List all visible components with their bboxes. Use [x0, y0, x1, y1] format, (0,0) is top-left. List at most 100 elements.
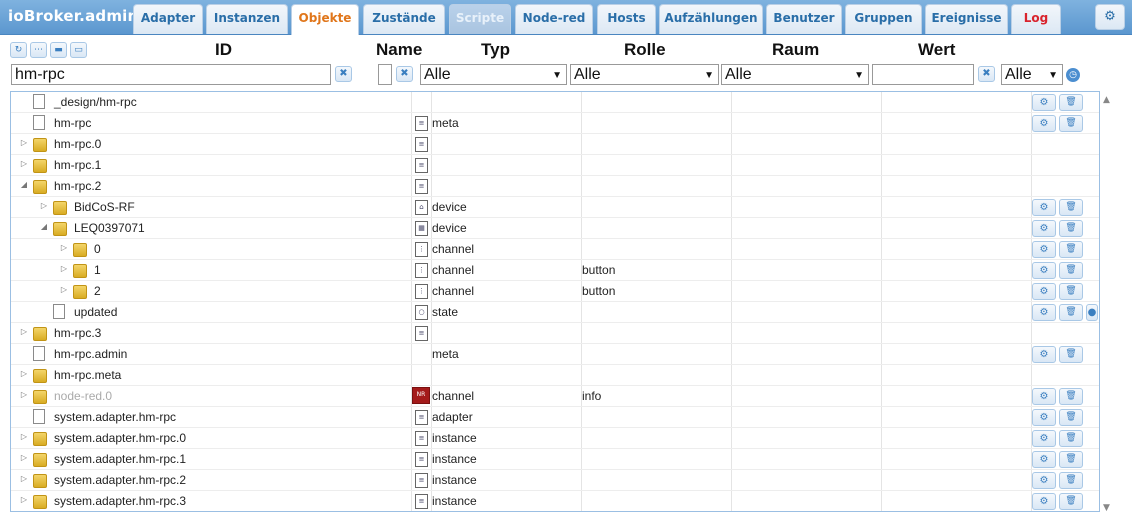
- scroll-up-arrow-icon[interactable]: ▲: [1103, 95, 1110, 105]
- value-filter-input[interactable]: [872, 64, 974, 85]
- column-header-role[interactable]: Rolle: [624, 40, 666, 60]
- delete-trash-icon[interactable]: 🗑: [1059, 304, 1083, 321]
- table-row[interactable]: ▷ system.adapter.hm-rpc.0 ≡ instance ⚙ 🗑: [11, 428, 1099, 449]
- edit-gear-icon[interactable]: ⚙: [1032, 304, 1056, 321]
- expand-arrow-icon[interactable]: ▷: [19, 495, 29, 504]
- column-header-name[interactable]: Name: [376, 40, 422, 60]
- delete-trash-icon[interactable]: 🗑: [1059, 283, 1083, 300]
- table-row[interactable]: ▷ hm-rpc.0 ≡: [11, 134, 1099, 155]
- role-filter-select[interactable]: Alle ▼: [570, 64, 719, 85]
- expand-arrow-icon[interactable]: ▷: [19, 327, 29, 336]
- clock-icon[interactable]: ◷: [1066, 68, 1080, 82]
- edit-gear-icon[interactable]: ⚙: [1032, 493, 1056, 510]
- name-filter-input[interactable]: [378, 64, 392, 85]
- edit-gear-icon[interactable]: ⚙: [1032, 430, 1056, 447]
- refresh-icon[interactable]: ↻: [10, 42, 27, 58]
- tab-objekte[interactable]: Objekte: [291, 4, 359, 35]
- edit-gear-icon[interactable]: ⚙: [1032, 472, 1056, 489]
- expand-arrow-icon[interactable]: ▷: [19, 453, 29, 462]
- expand-arrow-icon[interactable]: ▷: [19, 390, 29, 399]
- table-row[interactable]: ▷ 2 ⋮ channel button ⚙ 🗑: [11, 281, 1099, 302]
- column-header-id[interactable]: ID: [215, 40, 232, 60]
- column-header-room[interactable]: Raum: [772, 40, 819, 60]
- edit-gear-icon[interactable]: ⚙: [1032, 199, 1056, 216]
- edit-gear-icon[interactable]: ⚙: [1032, 220, 1056, 237]
- table-row[interactable]: system.adapter.hm-rpc ≡ adapter ⚙ 🗑: [11, 407, 1099, 428]
- clear-value-filter-close-icon[interactable]: ✖: [978, 66, 995, 82]
- table-row[interactable]: ▷ hm-rpc.3 ≡: [11, 323, 1099, 344]
- edit-gear-icon[interactable]: ⚙: [1032, 94, 1056, 111]
- table-row[interactable]: ▷ system.adapter.hm-rpc.1 ≡ instance ⚙ 🗑: [11, 449, 1099, 470]
- tab-ereignisse[interactable]: Ereignisse: [925, 4, 1008, 34]
- table-row[interactable]: ▷ hm-rpc.meta: [11, 365, 1099, 386]
- tab-benutzer[interactable]: Benutzer: [766, 4, 842, 34]
- delete-trash-icon[interactable]: 🗑: [1059, 493, 1083, 510]
- table-row[interactable]: ▷ 0 ⋮ channel ⚙ 🗑: [11, 239, 1099, 260]
- clear-name-filter-close-icon[interactable]: ✖: [396, 66, 413, 82]
- expand-arrow-icon[interactable]: ▷: [59, 243, 69, 252]
- expand-arrow-icon[interactable]: ▷: [59, 285, 69, 294]
- list-icon[interactable]: ⋯: [30, 42, 47, 58]
- edit-gear-icon[interactable]: ⚙: [1032, 346, 1056, 363]
- table-row[interactable]: ▷ BidCoS-RF ⌂ device ⚙ 🗑: [11, 197, 1099, 218]
- collapse-all-folder-icon[interactable]: ▬: [50, 42, 67, 58]
- column-header-value[interactable]: Wert: [918, 40, 955, 60]
- table-row[interactable]: hm-rpc ≡ meta ⚙ 🗑: [11, 113, 1099, 134]
- expand-arrow-icon[interactable]: ▷: [19, 474, 29, 483]
- table-row[interactable]: ▷ node-red.0 NR channel info ⚙ 🗑: [11, 386, 1099, 407]
- table-row[interactable]: _design/hm-rpc ⚙ 🗑: [11, 92, 1099, 113]
- scroll-down-arrow-icon[interactable]: ▼: [1103, 503, 1110, 513]
- value-type-filter-select[interactable]: Alle ▼: [1001, 64, 1063, 85]
- edit-gear-icon[interactable]: ⚙: [1032, 388, 1056, 405]
- tab-node-red[interactable]: Node-red: [515, 4, 593, 34]
- delete-trash-icon[interactable]: 🗑: [1059, 115, 1083, 132]
- id-filter-input[interactable]: hm-rpc: [11, 64, 331, 85]
- delete-trash-icon[interactable]: 🗑: [1059, 430, 1083, 447]
- edit-gear-icon[interactable]: ⚙: [1032, 241, 1056, 258]
- delete-trash-icon[interactable]: 🗑: [1059, 94, 1083, 111]
- settings-gear-icon[interactable]: ⚙: [1095, 4, 1125, 30]
- tab-gruppen[interactable]: Gruppen: [845, 4, 922, 34]
- table-row[interactable]: ◢ LEQ0397071 ▦ device ⚙ 🗑: [11, 218, 1099, 239]
- edit-gear-icon[interactable]: ⚙: [1032, 115, 1056, 132]
- table-row[interactable]: hm-rpc.admin meta ⚙ 🗑: [11, 344, 1099, 365]
- expand-arrow-icon[interactable]: ▷: [39, 201, 49, 210]
- expand-arrow-icon[interactable]: ▷: [59, 264, 69, 273]
- type-filter-select[interactable]: Alle ▼: [420, 64, 567, 85]
- tab-log[interactable]: Log: [1011, 4, 1061, 34]
- table-row[interactable]: ◢ hm-rpc.2 ≡: [11, 176, 1099, 197]
- table-row[interactable]: updated ○ state ⚙ 🗑 ●: [11, 302, 1099, 323]
- expand-arrow-icon[interactable]: ▷: [19, 369, 29, 378]
- table-row[interactable]: ▷ system.adapter.hm-rpc.2 ≡ instance ⚙ 🗑: [11, 470, 1099, 491]
- expand-arrow-icon[interactable]: ▷: [19, 432, 29, 441]
- edit-gear-icon[interactable]: ⚙: [1032, 283, 1056, 300]
- edit-gear-icon[interactable]: ⚙: [1032, 409, 1056, 426]
- tab-adapter[interactable]: Adapter: [133, 4, 203, 34]
- delete-trash-icon[interactable]: 🗑: [1059, 346, 1083, 363]
- delete-trash-icon[interactable]: 🗑: [1059, 199, 1083, 216]
- delete-trash-icon[interactable]: 🗑: [1059, 388, 1083, 405]
- collapse-arrow-icon[interactable]: ◢: [19, 180, 29, 189]
- table-row[interactable]: ▷ 1 ⋮ channel button ⚙ 🗑: [11, 260, 1099, 281]
- tab-instanzen[interactable]: Instanzen: [206, 4, 288, 34]
- room-filter-select[interactable]: Alle ▼: [721, 64, 869, 85]
- delete-trash-icon[interactable]: 🗑: [1059, 220, 1083, 237]
- column-header-type[interactable]: Typ: [481, 40, 510, 60]
- tab-scripte[interactable]: Scripte: [449, 4, 511, 34]
- collapse-arrow-icon[interactable]: ◢: [39, 222, 49, 231]
- edit-gear-icon[interactable]: ⚙: [1032, 451, 1056, 468]
- expand-all-folder-open-icon[interactable]: ▭: [70, 42, 87, 58]
- history-icon[interactable]: ●: [1086, 304, 1098, 321]
- edit-gear-icon[interactable]: ⚙: [1032, 262, 1056, 279]
- expand-arrow-icon[interactable]: ▷: [19, 138, 29, 147]
- delete-trash-icon[interactable]: 🗑: [1059, 472, 1083, 489]
- delete-trash-icon[interactable]: 🗑: [1059, 241, 1083, 258]
- table-row[interactable]: ▷ hm-rpc.1 ≡: [11, 155, 1099, 176]
- delete-trash-icon[interactable]: 🗑: [1059, 262, 1083, 279]
- clear-id-filter-close-icon[interactable]: ✖: [335, 66, 352, 82]
- delete-trash-icon[interactable]: 🗑: [1059, 451, 1083, 468]
- delete-trash-icon[interactable]: 🗑: [1059, 409, 1083, 426]
- tab-hosts[interactable]: Hosts: [597, 4, 656, 34]
- table-row[interactable]: ▷ system.adapter.hm-rpc.3 ≡ instance ⚙ 🗑: [11, 491, 1099, 511]
- expand-arrow-icon[interactable]: ▷: [19, 159, 29, 168]
